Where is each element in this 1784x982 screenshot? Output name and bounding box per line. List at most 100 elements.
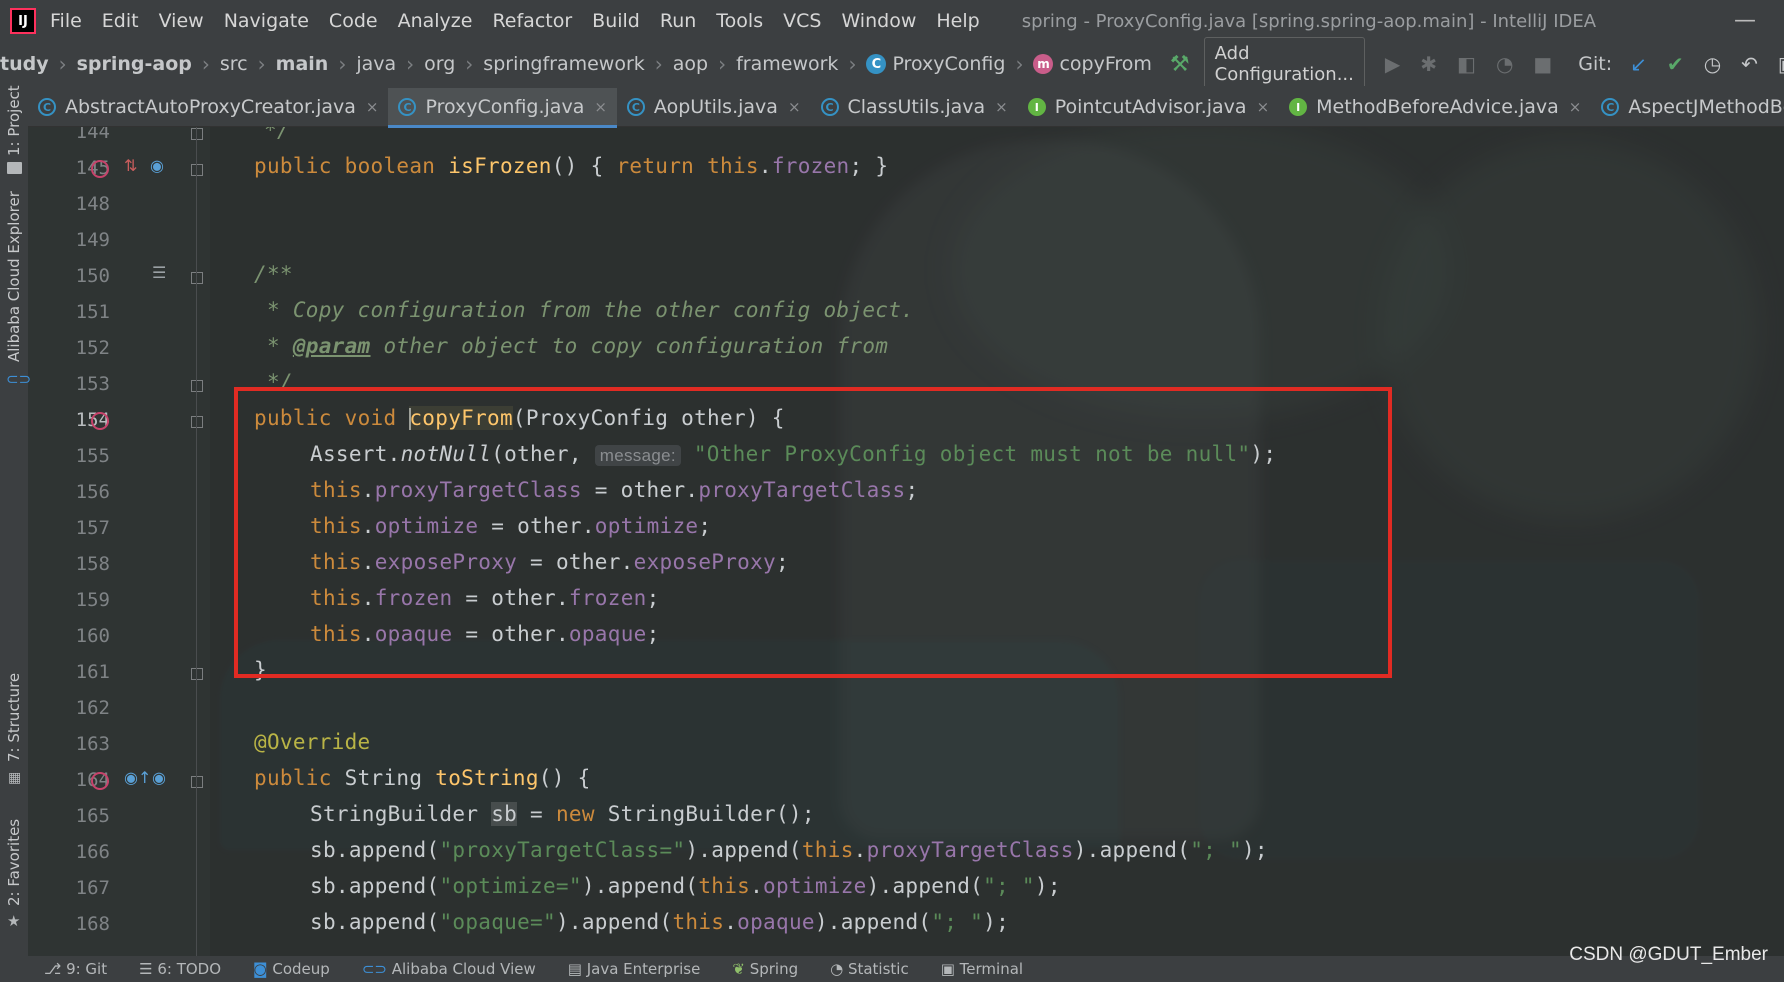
tab-class-utils[interactable]: C ClassUtils.java ×: [811, 88, 1018, 126]
menu-window[interactable]: Window: [841, 10, 916, 32]
tool-alibaba-cloud-explorer[interactable]: Alibaba Cloud Explorer: [5, 191, 23, 362]
profile-icon[interactable]: ◔: [1496, 52, 1513, 76]
menu-edit[interactable]: Edit: [102, 10, 139, 32]
breadcrumb-springframework[interactable]: springframework: [483, 53, 644, 75]
goto-implementation-icon[interactable]: ◉: [150, 156, 164, 175]
stop-icon[interactable]: ■: [1533, 52, 1552, 76]
tab-proxy-config[interactable]: C ProxyConfig.java ×: [388, 88, 618, 128]
tool-spring[interactable]: ❦ Spring: [732, 960, 798, 978]
tool-structure[interactable]: 7: Structure: [5, 673, 23, 762]
menu-help[interactable]: Help: [936, 10, 979, 32]
breadcrumb: tudy › spring-aop › src › main › java › …: [0, 52, 1152, 76]
coverage-icon[interactable]: ◧: [1457, 52, 1476, 76]
line-number: 148: [75, 193, 110, 215]
fold-marker-icon[interactable]: [191, 380, 203, 392]
overrides-up-icon[interactable]: ◉↑: [124, 768, 151, 787]
breadcrumb-main[interactable]: main: [276, 53, 329, 75]
line-number: 160: [75, 625, 110, 647]
implementation-marker-icon[interactable]: ⇅: [124, 156, 137, 175]
tool-statistic[interactable]: ◔ Statistic: [830, 960, 909, 978]
menu-file[interactable]: File: [50, 10, 82, 32]
editor-gutter[interactable]: 144 145 148 149 150 151 152 153 154 155 …: [28, 121, 210, 956]
menu-code[interactable]: Code: [329, 10, 378, 32]
breadcrumb-org[interactable]: org: [424, 53, 455, 75]
fold-marker-icon[interactable]: [191, 272, 203, 284]
line-number: 166: [75, 841, 110, 863]
fold-marker-icon[interactable]: [191, 668, 203, 680]
breadcrumb-src[interactable]: src: [220, 53, 248, 75]
tool-terminal[interactable]: ▣ Terminal: [941, 960, 1023, 978]
git-update-icon[interactable]: ↙: [1630, 52, 1647, 76]
line-number: 151: [75, 301, 110, 323]
override-marker-icon[interactable]: [91, 412, 109, 430]
breadcrumb-separator-icon: ›: [848, 52, 857, 76]
tool-alibaba-cloud-view[interactable]: ⊂⊃ Alibaba Cloud View: [362, 960, 536, 978]
code-line-150: /**: [254, 262, 293, 286]
build-hammer-icon[interactable]: ⚒: [1170, 52, 1190, 77]
close-icon[interactable]: ×: [1569, 98, 1582, 116]
tab-pointcut-advisor[interactable]: I PointcutAdvisor.java ×: [1018, 88, 1279, 126]
add-configuration-button[interactable]: Add Configuration...: [1203, 37, 1365, 91]
method-icon: m: [1033, 54, 1054, 74]
folder-icon: [7, 162, 22, 174]
breadcrumb-aop[interactable]: aop: [673, 53, 708, 75]
tool-git[interactable]: ⎇ 9: Git: [44, 960, 107, 978]
code-line-164: public String toString() {: [254, 766, 591, 790]
fold-marker-icon[interactable]: [191, 776, 203, 788]
tab-method-before-advice[interactable]: I MethodBeforeAdvice.java ×: [1279, 88, 1591, 126]
tab-aop-utils[interactable]: C AopUtils.java ×: [617, 88, 811, 126]
class-icon: C: [1601, 98, 1620, 116]
git-label: Git:: [1578, 53, 1613, 75]
tool-todo[interactable]: ☰ 6: TODO: [139, 960, 221, 978]
javadoc-render-icon[interactable]: ☰: [152, 263, 166, 282]
git-history-icon[interactable]: ◷: [1704, 52, 1721, 76]
git-commit-icon[interactable]: ✔: [1667, 52, 1684, 76]
tool-java-enterprise[interactable]: ▤ Java Enterprise: [568, 960, 701, 978]
menu-run[interactable]: Run: [660, 10, 696, 32]
bottom-tool-bar: ⎇ 9: Git ☰ 6: TODO ◙ Codeup ⊂⊃ Alibaba C…: [0, 956, 1784, 982]
breadcrumb-module[interactable]: spring-aop: [77, 53, 192, 75]
debug-icon[interactable]: ✱: [1420, 52, 1437, 76]
line-number: 153: [75, 373, 110, 395]
close-icon[interactable]: ×: [995, 98, 1008, 116]
breadcrumb-project[interactable]: tudy: [0, 53, 49, 75]
minimize-button[interactable]: —: [1734, 8, 1756, 33]
close-icon[interactable]: ×: [366, 98, 379, 116]
override-marker-icon[interactable]: [91, 772, 109, 790]
tab-label: AbstractAutoProxyCreator.java: [65, 96, 356, 118]
close-icon[interactable]: ×: [1257, 98, 1270, 116]
breadcrumb-framework[interactable]: framework: [736, 53, 838, 75]
tab-label: AopUtils.java: [653, 96, 778, 118]
menu-analyze[interactable]: Analyze: [398, 10, 473, 32]
menu-vcs[interactable]: VCS: [783, 10, 821, 32]
breadcrumb-separator-icon: ›: [201, 52, 210, 76]
breadcrumb-class[interactable]: C ProxyConfig: [866, 53, 1005, 75]
breadcrumb-method[interactable]: m copyFrom: [1033, 53, 1152, 75]
watermark: CSDN @GDUT_Ember: [1569, 944, 1768, 965]
fold-marker-icon[interactable]: [191, 128, 203, 140]
tool-favorites[interactable]: 2: Favorites: [5, 819, 23, 906]
breadcrumb-separator-icon: ›: [257, 52, 266, 76]
menu-view[interactable]: View: [159, 10, 204, 32]
override-marker-icon[interactable]: [91, 160, 109, 178]
project-structure-icon[interactable]: ▣: [1778, 52, 1784, 76]
menu-build[interactable]: Build: [592, 10, 640, 32]
tab-aspectj-method-before-advice[interactable]: C AspectJMethodBeforeAdv: [1591, 88, 1784, 126]
menu-navigate[interactable]: Navigate: [224, 10, 309, 32]
fold-marker-icon[interactable]: [191, 416, 203, 428]
tool-codeup[interactable]: ◙ Codeup: [253, 960, 330, 978]
tab-abstract-auto-proxy-creator[interactable]: C AbstractAutoProxyCreator.java ×: [28, 88, 388, 126]
goto-implementation-icon[interactable]: ◉: [152, 768, 166, 787]
menu-tools[interactable]: Tools: [716, 10, 763, 32]
close-icon[interactable]: ×: [594, 98, 607, 116]
breadcrumb-java[interactable]: java: [356, 53, 396, 75]
run-icon[interactable]: ▶: [1385, 52, 1400, 76]
tool-project[interactable]: 1: Project: [5, 85, 23, 156]
code-editor[interactable]: */ public boolean isFrozen() { return th…: [210, 118, 1784, 956]
git-rollback-icon[interactable]: ↶: [1741, 52, 1758, 76]
class-icon: C: [820, 98, 839, 116]
menu-refactor[interactable]: Refactor: [492, 10, 572, 32]
close-icon[interactable]: ×: [788, 98, 801, 116]
fold-marker-icon[interactable]: [191, 164, 203, 176]
code-line-160: this.opaque = other.opaque;: [310, 622, 660, 646]
